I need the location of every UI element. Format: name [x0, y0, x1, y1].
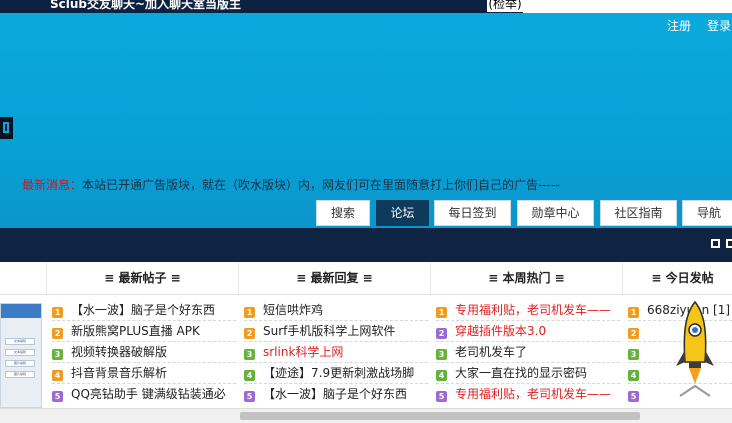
orange-square-icon: 1	[52, 307, 63, 318]
purple-square-icon: 2	[436, 328, 447, 339]
weekly-hot-list: 1 专用福利贴，老司机发车—— 2 穿越插件版本3.0 3 老司机发车了 4 大家一直在…	[436, 300, 620, 404]
new-replies-header: ≡ 最新回复 ≡	[238, 262, 430, 294]
green-square-icon: 3	[52, 349, 63, 360]
orange-square-icon: 2	[244, 328, 255, 339]
list-item[interactable]: 3 老司机发车了	[436, 342, 620, 363]
tab-community-guide[interactable]: 社区指南	[600, 200, 677, 226]
chatroom-title-link[interactable]: Sclub交友聊天~加入聊天室当版主	[50, 0, 241, 11]
latest-notice: 最新消息：本站已开通广告版块，就在（吹水版块）内，网友们可在里面随意打上你们自己…	[22, 176, 560, 193]
tab-daily-checkin[interactable]: 每日签到	[434, 200, 511, 226]
post-link[interactable]: 【水一波】脑子是个好东西	[71, 303, 215, 317]
list-item[interactable]: 4 大家一直在找的显示密码	[436, 363, 620, 384]
list-item[interactable]: 2 穿越插件版本3.0	[436, 321, 620, 342]
green-square-icon: 4	[244, 370, 255, 381]
post-link[interactable]: 老司机发车了	[455, 345, 527, 359]
thumbnail-button: 文本编辑	[5, 349, 35, 356]
list-item[interactable]: 1 短信哄炸鸡	[244, 300, 428, 321]
site-logo-fragment[interactable]	[0, 117, 13, 139]
post-link[interactable]: 短信哄炸鸡	[263, 303, 323, 317]
purple-square-icon: 5	[436, 391, 447, 402]
layout-toggle-icon[interactable]	[726, 239, 732, 248]
back-to-top-rocket-icon[interactable]	[672, 300, 718, 405]
post-link[interactable]: 【迹途】7.9更新刺激战场脚	[263, 366, 414, 380]
thumbnail-button: 图片编辑	[5, 360, 35, 367]
post-link[interactable]: QQ亮钻助手 键满级钻装通必	[71, 387, 226, 401]
list-item[interactable]: 2 新版熊窝PLUS直播 APK	[52, 321, 236, 342]
purple-square-icon: 5	[628, 391, 639, 402]
report-link[interactable]: (检举)	[487, 0, 523, 12]
tab-forum[interactable]: 论坛	[376, 200, 429, 226]
login-link[interactable]: 登录	[707, 17, 731, 34]
today-posters-header: ≡ 今日发帖	[622, 262, 732, 294]
orange-square-icon: 1	[628, 307, 639, 318]
list-item[interactable]: 5 QQ亮钻助手 键满级钻装通必	[52, 384, 236, 404]
post-link[interactable]: srlink科学上网	[263, 345, 343, 359]
orange-square-icon: 1	[436, 307, 447, 318]
notice-label: 最新消息：	[22, 178, 83, 192]
post-link[interactable]: 新版熊窝PLUS直播 APK	[71, 324, 200, 338]
post-link[interactable]: 大家一直在找的显示密码	[455, 366, 587, 380]
post-link[interactable]: Surf手机版科学上网软件	[263, 324, 395, 338]
purple-square-icon: 5	[244, 391, 255, 402]
post-link[interactable]: 【水一波】脑子是个好东西	[263, 387, 407, 401]
sub-nav-strip	[0, 228, 732, 262]
scrollbar-thumb[interactable]	[240, 412, 640, 420]
thumbnail-button: 图片编辑	[5, 371, 35, 378]
new-replies-list: 1 短信哄炸鸡 2 Surf手机版科学上网软件 3 srlink科学上网 4 【迹途】7…	[244, 300, 428, 404]
rocket-icon	[676, 300, 714, 397]
orange-square-icon: 2	[628, 328, 639, 339]
orange-square-icon: 2	[52, 328, 63, 339]
list-item[interactable]: 4 抖音背景音乐解析	[52, 363, 236, 384]
list-item[interactable]: 3 视频转换器破解版	[52, 342, 236, 363]
post-link[interactable]: 专用福利贴，老司机发车——	[455, 387, 611, 401]
post-link[interactable]: 抖音背景音乐解析	[71, 366, 167, 380]
list-item[interactable]: 1 专用福利贴，老司机发车——	[436, 300, 620, 321]
green-square-icon: 3	[628, 349, 639, 360]
thumbnail-header	[1, 304, 41, 318]
post-link[interactable]: 穿越插件版本3.0	[455, 324, 546, 338]
top-title-strip: Sclub交友聊天~加入聊天室当版主 (检举)	[0, 0, 732, 13]
list-item[interactable]: 2 Surf手机版科学上网软件	[244, 321, 428, 342]
green-square-icon: 4	[628, 370, 639, 381]
register-link[interactable]: 注册	[667, 17, 691, 34]
orange-square-icon: 1	[244, 307, 255, 318]
list-item[interactable]: 1 【水一波】脑子是个好东西	[52, 300, 236, 321]
post-link[interactable]: 专用福利贴，老司机发车——	[455, 303, 611, 317]
notice-text[interactable]: 本站已开通广告版块，就在（吹水版块）内，网友们可在里面随意打上你们自己的广告--…	[82, 178, 560, 192]
new-posts-header: ≡ 最新帖子 ≡	[46, 262, 238, 294]
weekly-hot-header: ≡ 本周热门 ≡	[430, 262, 622, 294]
green-square-icon: 3	[436, 349, 447, 360]
main-nav-tabs: 搜索 论坛 每日签到 勋章中心 社区指南 导航	[0, 200, 732, 228]
post-link[interactable]: 视频转换器破解版	[71, 345, 167, 359]
tab-search[interactable]: 搜索	[316, 200, 370, 226]
list-item[interactable]: 4 【迹途】7.9更新刺激战场脚	[244, 363, 428, 384]
new-posts-list: 1 【水一波】脑子是个好东西 2 新版熊窝PLUS直播 APK 3 视频转换器破解版 …	[52, 300, 236, 404]
thumbnail-button: 文本编辑	[5, 338, 35, 345]
header-banner: 注册 登录 最新消息：本站已开通广告版块，就在（吹水版块）内，网友们可在里面随意…	[0, 13, 732, 228]
tab-navigation[interactable]: 导航	[682, 200, 732, 226]
purple-square-icon: 5	[52, 391, 63, 402]
layout-toggle-icon[interactable]	[711, 239, 720, 248]
list-item[interactable]: 5 专用福利贴，老司机发车——	[436, 384, 620, 404]
list-item[interactable]: 3 srlink科学上网	[244, 342, 428, 363]
column-headers: ≡ 最新帖子 ≡ ≡ 最新回复 ≡ ≡ 本周热门 ≡ ≡ 今日发帖	[0, 262, 732, 295]
horizontal-scrollbar[interactable]	[0, 408, 732, 423]
orange-square-icon: 4	[52, 370, 63, 381]
app-screenshot-thumbnail[interactable]: 文本编辑 文本编辑 图片编辑 图片编辑	[0, 303, 42, 408]
green-square-icon: 4	[436, 370, 447, 381]
list-item[interactable]: 5 【水一波】脑子是个好东西	[244, 384, 428, 404]
tab-medal-center[interactable]: 勋章中心	[517, 200, 594, 226]
green-square-icon: 3	[244, 349, 255, 360]
